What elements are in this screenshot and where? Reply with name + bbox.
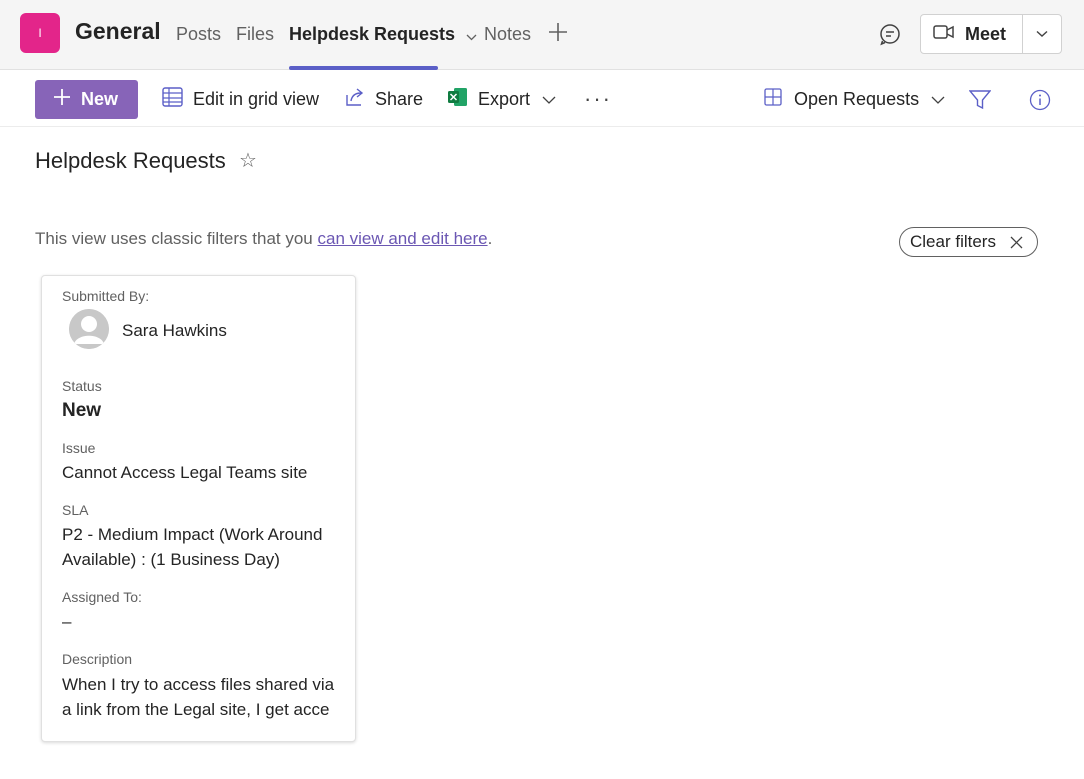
edit-in-grid-view-label: Edit in grid view xyxy=(193,89,320,109)
request-card[interactable]: Submitted By: Sara Hawkins Status New Is… xyxy=(41,275,356,742)
view-name-label: Open Requests xyxy=(794,89,920,109)
share-label: Share xyxy=(375,89,424,109)
channel-name: General xyxy=(75,18,161,44)
share-button[interactable]: Share xyxy=(344,80,423,119)
team-initial: I xyxy=(38,26,42,40)
filter-icon[interactable] xyxy=(968,88,992,112)
channel-header: I General Posts Files Helpdesk Requests … xyxy=(0,0,1084,70)
tab-notes[interactable]: Notes xyxy=(484,24,531,45)
meet-button-group: Meet xyxy=(920,14,1062,54)
meet-button[interactable]: Meet xyxy=(921,15,1022,53)
sla-value-line1: P2 - Medium Impact (Work Around xyxy=(62,525,323,544)
clear-filters-label: Clear filters xyxy=(910,232,996,251)
share-icon xyxy=(344,87,365,112)
issue-value: Cannot Access Legal Teams site xyxy=(62,463,308,482)
tab-files[interactable]: Files xyxy=(236,24,274,45)
tab-helpdesk-requests-label: Helpdesk Requests xyxy=(289,24,456,44)
new-item-button[interactable]: New xyxy=(35,80,138,119)
info-icon[interactable] xyxy=(1028,88,1052,112)
export-label: Export xyxy=(478,89,531,109)
submitted-by-label: Submitted By: xyxy=(62,288,150,304)
conversation-icon[interactable] xyxy=(874,20,906,48)
close-icon xyxy=(1010,236,1023,249)
status-label: Status xyxy=(62,378,102,394)
star-icon[interactable]: ☆ xyxy=(239,148,257,173)
description-value-line2: a link from the Legal site, I get acce xyxy=(62,700,330,719)
chevron-down-icon xyxy=(1036,25,1048,43)
meet-options-button[interactable] xyxy=(1023,15,1061,53)
chevron-down-icon xyxy=(542,96,556,104)
view-switcher-button[interactable]: Open Requests xyxy=(764,80,945,119)
grid-icon xyxy=(162,87,183,112)
tab-helpdesk-requests[interactable]: Helpdesk Requests xyxy=(289,24,477,46)
description-label: Description xyxy=(62,651,133,667)
edit-in-grid-view-button[interactable]: Edit in grid view xyxy=(162,80,319,119)
assigned-to-value: – xyxy=(62,612,72,631)
active-tab-indicator xyxy=(289,66,438,70)
description-value-line1: When I try to access files shared via xyxy=(62,675,335,694)
tab-posts[interactable]: Posts xyxy=(176,24,221,45)
view-edit-filters-link[interactable]: can view and edit here xyxy=(317,229,487,248)
view-grid-icon xyxy=(764,88,782,111)
sla-value-line2: Available) : (1 Business Day) xyxy=(62,550,280,569)
classic-filters-notice: This view uses classic filters that you … xyxy=(35,229,492,249)
excel-icon xyxy=(447,87,468,112)
issue-label: Issue xyxy=(62,440,96,456)
submitted-by-name: Sara Hawkins xyxy=(122,321,227,340)
status-value: New xyxy=(62,400,102,421)
notice-period: . xyxy=(487,229,493,248)
clear-filters-button[interactable]: Clear filters xyxy=(899,227,1038,257)
meet-label: Meet xyxy=(965,23,1007,44)
more-options-button[interactable]: ··· xyxy=(584,86,612,112)
chevron-down-icon xyxy=(466,25,477,46)
page-title: Helpdesk Requests xyxy=(35,148,226,173)
plus-icon xyxy=(53,88,71,111)
notice-text: This view uses classic filters that you xyxy=(35,229,318,248)
new-label: New xyxy=(81,89,119,109)
add-tab-icon[interactable] xyxy=(546,20,570,44)
export-button[interactable]: Export xyxy=(447,80,556,119)
sla-label: SLA xyxy=(62,502,89,518)
command-bar: New Edit in grid view Share Export ··· O… xyxy=(0,71,1084,127)
assigned-to-label: Assigned To: xyxy=(62,589,142,605)
team-avatar[interactable]: I xyxy=(20,13,60,53)
person-avatar-icon xyxy=(69,309,109,349)
video-camera-icon xyxy=(933,24,955,45)
chevron-down-icon xyxy=(931,96,945,104)
